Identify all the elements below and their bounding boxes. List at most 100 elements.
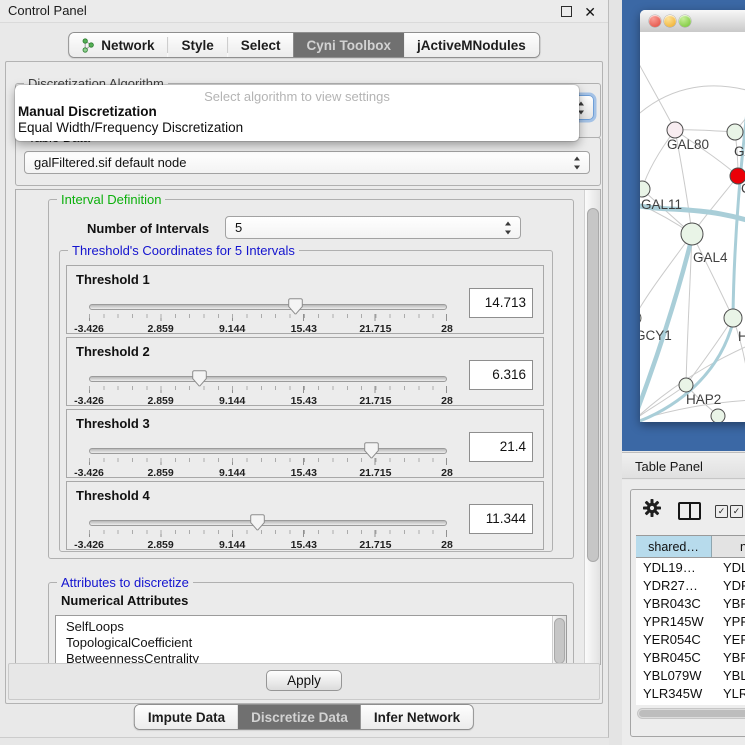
- table-row[interactable]: YER054CYER0: [636, 630, 745, 648]
- slider-track[interactable]: [89, 304, 447, 310]
- cell-shared-name[interactable]: YIL052C: [636, 704, 712, 706]
- apply-button[interactable]: Apply: [266, 670, 342, 691]
- threshold-slider[interactable]: -3.4262.8599.14415.4321.71528: [89, 304, 447, 335]
- network-node-ga[interactable]: [727, 124, 743, 140]
- table-row[interactable]: YLR345WYLR3: [636, 684, 745, 702]
- tab-network[interactable]: Network: [69, 33, 167, 57]
- numerical-attributes-label: Numerical Attributes: [61, 593, 188, 608]
- cell-name[interactable]: YBR0: [712, 596, 745, 611]
- cell-name[interactable]: YBR0: [712, 650, 745, 665]
- cell-name[interactable]: YBL0: [712, 668, 745, 683]
- list-scrollbar[interactable]: [552, 616, 566, 665]
- settings-scrollbar[interactable]: [584, 190, 600, 664]
- network-node-hap2[interactable]: [679, 378, 693, 392]
- column-header-name[interactable]: n: [712, 536, 745, 557]
- spinner-arrows-icon: [504, 221, 513, 234]
- scrollbar-thumb[interactable]: [554, 618, 565, 664]
- tab-select[interactable]: Select: [228, 33, 294, 57]
- minimize-traffic-light-icon[interactable]: [664, 15, 676, 27]
- threshold-value-field[interactable]: 21.4: [469, 432, 533, 462]
- table-row[interactable]: YPR145WYPR1: [636, 612, 745, 630]
- tick-label: 9.144: [219, 395, 245, 407]
- threshold-panel: Threshold 4 -3.4262.8599.14415.4321.7152…: [66, 481, 544, 550]
- table-data-combo[interactable]: galFiltered.sif default node: [24, 151, 590, 174]
- cell-name[interactable]: YLR3: [712, 686, 745, 701]
- float-window-icon[interactable]: [561, 6, 572, 17]
- tab-style[interactable]: Style: [168, 33, 226, 57]
- cell-shared-name[interactable]: YER054C: [636, 632, 712, 647]
- spinner-arrows-icon: [573, 156, 582, 169]
- cell-shared-name[interactable]: YDL19…: [636, 560, 712, 575]
- tab-label: Select: [241, 38, 281, 53]
- table-row[interactable]: YIL052CYIL0: [636, 702, 745, 705]
- list-item[interactable]: TopologicalCoefficient: [56, 635, 566, 651]
- cell-shared-name[interactable]: YPR145W: [636, 614, 712, 629]
- checkbox-icon[interactable]: [715, 505, 728, 518]
- dropdown-placeholder-item[interactable]: Select algorithm to view settings: [15, 89, 579, 104]
- split-view-icon[interactable]: [678, 502, 701, 520]
- slider-track[interactable]: [89, 376, 447, 382]
- scrollbar-thumb[interactable]: [587, 208, 599, 562]
- cell-name[interactable]: YDL1: [712, 560, 745, 575]
- close-traffic-light-icon[interactable]: [649, 15, 661, 27]
- threshold-slider[interactable]: -3.4262.8599.14415.4321.71528: [89, 448, 447, 479]
- cell-name[interactable]: YER0: [712, 632, 745, 647]
- gear-icon[interactable]: [643, 499, 661, 522]
- column-header-shared-name[interactable]: shared…: [636, 536, 712, 557]
- cell-name[interactable]: YIL0: [712, 704, 745, 706]
- numerical-attributes-list[interactable]: SelfLoopsTopologicalCoefficientBetweenne…: [55, 615, 567, 665]
- dropdown-option-equal-width[interactable]: Equal Width/Frequency Discretization: [15, 120, 579, 136]
- cell-name[interactable]: YPR1: [712, 614, 745, 629]
- close-icon[interactable]: ✕: [584, 1, 596, 23]
- threshold-slider[interactable]: -3.4262.8599.14415.4321.71528: [89, 376, 447, 407]
- table-horizontal-scrollbar[interactable]: [637, 708, 745, 719]
- table-row[interactable]: YDL19…YDL1: [636, 558, 745, 576]
- network-node-gal4[interactable]: [681, 223, 703, 245]
- cell-shared-name[interactable]: YDR27…: [636, 578, 712, 593]
- list-item[interactable]: SelfLoops: [56, 616, 566, 635]
- cell-shared-name[interactable]: YLR345W: [636, 686, 712, 701]
- network-node[interactable]: [711, 409, 725, 422]
- slider-handle[interactable]: [288, 298, 303, 315]
- threshold-value-field[interactable]: 11.344: [469, 504, 533, 534]
- cell-name[interactable]: YDR2: [712, 578, 745, 593]
- slider-handle[interactable]: [192, 370, 207, 387]
- tick-label: 15.43: [291, 395, 317, 407]
- node-label: GCY1: [640, 328, 672, 343]
- table-body[interactable]: YDL19…YDL1YDR27…YDR2YBR043CYBR0YPR145WYP…: [636, 558, 745, 705]
- dropdown-option-manual[interactable]: Manual Discretization: [15, 104, 579, 120]
- tab-cyni-toolbox[interactable]: Cyni Toolbox: [294, 33, 405, 57]
- cell-shared-name[interactable]: YBR043C: [636, 596, 712, 611]
- threshold-value-field[interactable]: 14.713: [469, 288, 533, 318]
- slider-handle[interactable]: [250, 514, 265, 531]
- checkbox-icon[interactable]: [730, 505, 743, 518]
- network-node-h[interactable]: [724, 309, 742, 327]
- cell-shared-name[interactable]: YBR045C: [636, 650, 712, 665]
- table-row[interactable]: YBL079WYBL0: [636, 666, 745, 684]
- tick-label: -3.426: [74, 467, 104, 479]
- tab-impute-data[interactable]: Impute Data: [135, 705, 238, 729]
- scrollbar-thumb[interactable]: [639, 710, 745, 717]
- network-node-gcy1[interactable]: [640, 311, 641, 325]
- threshold-slider[interactable]: -3.4262.8599.14415.4321.71528: [89, 520, 447, 551]
- table-row[interactable]: YBR045CYBR0: [636, 648, 745, 666]
- table-panel-header[interactable]: Table Panel: [622, 452, 745, 479]
- tick-label: 2.859: [147, 467, 173, 479]
- threshold-panel: Threshold 2 -3.4262.8599.14415.4321.7152…: [66, 337, 544, 406]
- table-row[interactable]: YDR27…YDR2: [636, 576, 745, 594]
- tick-label: 28: [441, 539, 453, 551]
- network-canvas[interactable]: GAL80GACGAL11GAL4GCY1HHAP2: [640, 32, 745, 422]
- network-node-gal80[interactable]: [667, 122, 683, 138]
- cell-shared-name[interactable]: YBL079W: [636, 668, 712, 683]
- number-of-intervals-combo[interactable]: 5: [225, 216, 521, 239]
- slider-handle[interactable]: [364, 442, 379, 459]
- tab-discretize-data[interactable]: Discretize Data: [238, 705, 361, 729]
- table-row[interactable]: YBR043CYBR0: [636, 594, 745, 612]
- slider-track[interactable]: [89, 520, 447, 526]
- tab-infer-network[interactable]: Infer Network: [361, 705, 473, 729]
- threshold-value-field[interactable]: 6.316: [469, 360, 533, 390]
- zoom-traffic-light-icon[interactable]: [679, 15, 691, 27]
- panel-divider[interactable]: [609, 0, 622, 745]
- tab-jactivemnodules[interactable]: jActiveMNodules: [404, 33, 539, 57]
- slider-track[interactable]: [89, 448, 447, 454]
